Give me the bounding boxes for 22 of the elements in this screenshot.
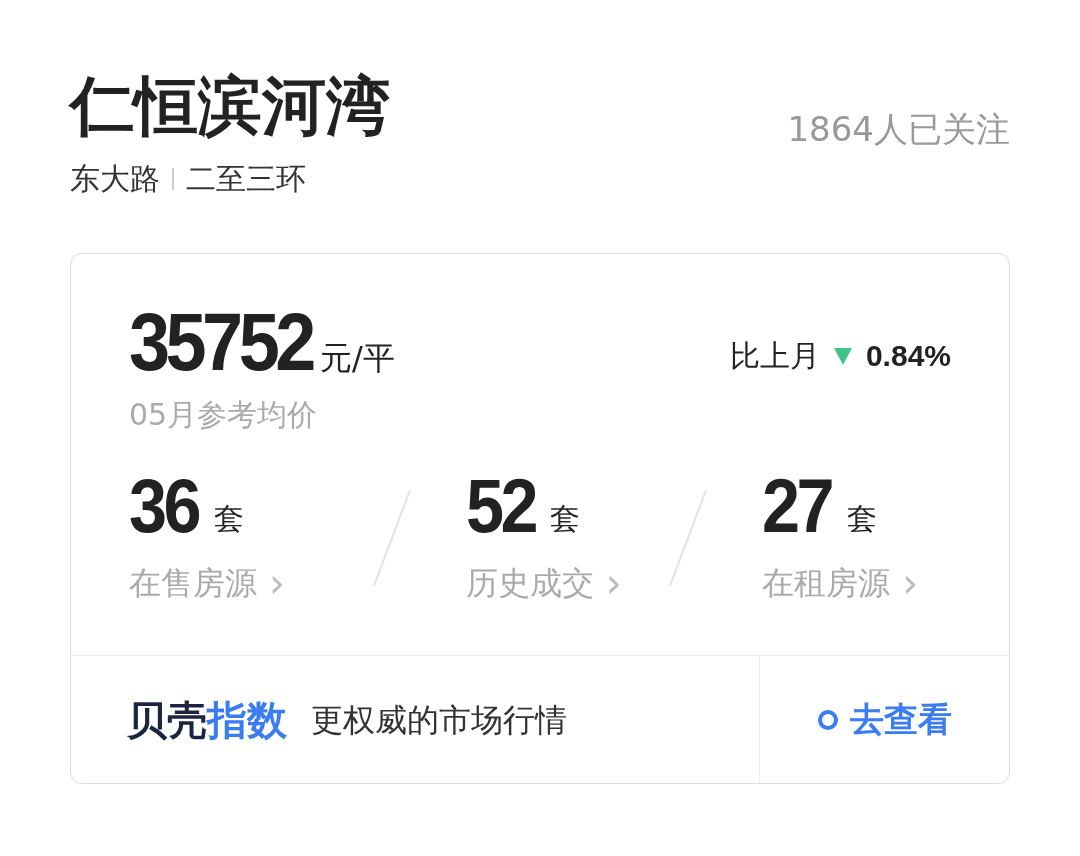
price-caption: 05月参考均价 <box>129 396 319 434</box>
stat-count: 36 <box>129 469 198 543</box>
index-tagline: 更权威的市场行情 <box>311 699 567 741</box>
price-change: 0.84% <box>865 338 951 374</box>
road-name: 东大路 <box>70 160 160 198</box>
price-unit: 元/平 <box>320 338 395 379</box>
stat-link[interactable]: 在租房源 › <box>762 559 951 607</box>
stat-link[interactable]: 在售房源 › <box>129 559 358 607</box>
stat-link[interactable]: 历史成交 › <box>465 559 655 607</box>
stat-count: 27 <box>762 469 832 543</box>
stat-unit: 套 <box>550 500 581 538</box>
stat-unit: 套 <box>846 500 877 538</box>
average-price: 35752 <box>129 302 312 382</box>
index-logo: 贝壳指数 <box>127 695 287 745</box>
view-link[interactable]: 去查看 <box>759 656 1009 783</box>
ring-area: 二至三环 <box>186 156 306 201</box>
stat-unit: 套 <box>213 500 244 538</box>
community-name: 仁恒滨河湾 <box>70 68 390 145</box>
ring-icon <box>817 709 838 730</box>
stat-count: 52 <box>465 469 535 543</box>
compare-label: 比上月 <box>729 337 820 375</box>
follower-count: 1864人已关注 <box>787 108 1010 151</box>
